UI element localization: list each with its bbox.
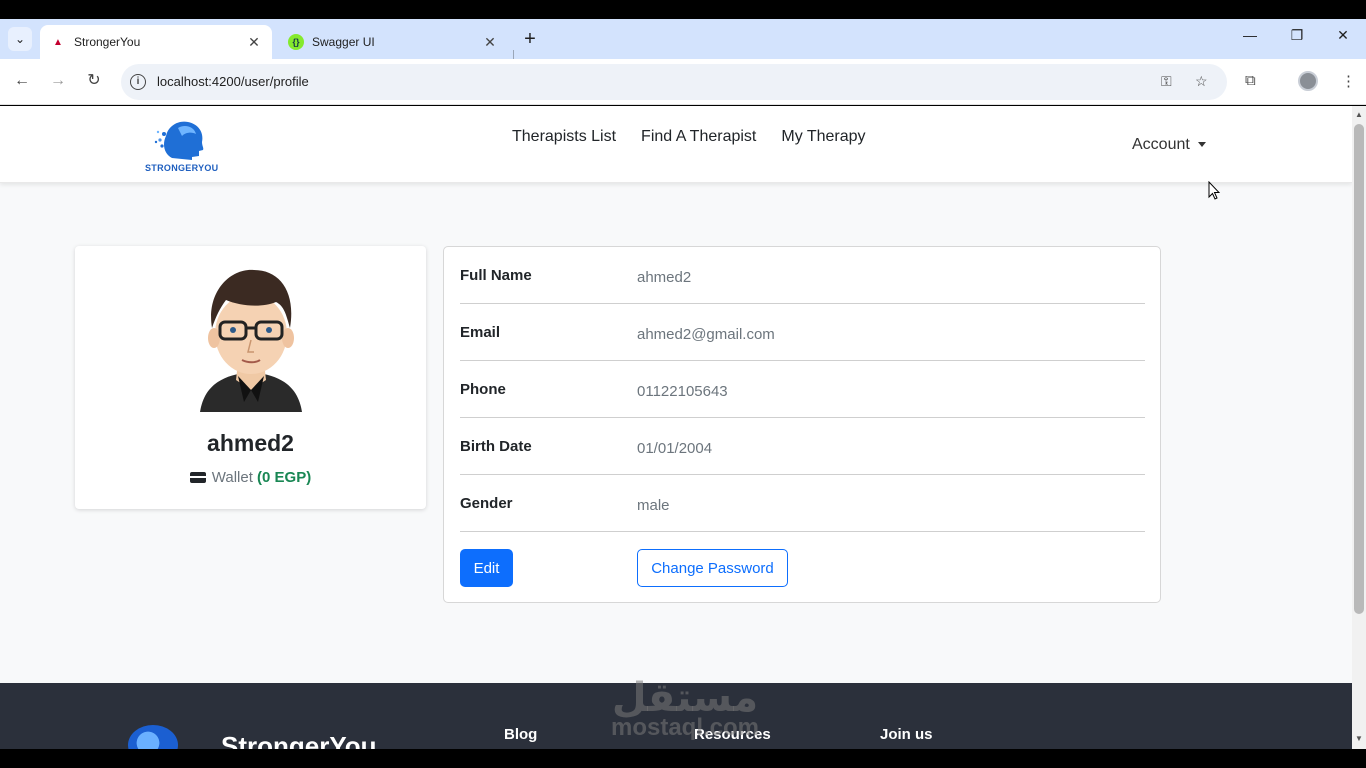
angular-favicon-icon: ▲ — [53, 36, 63, 48]
detail-row-phone: Phone 01122105643 — [460, 361, 1145, 418]
profile-details-card: Full Name ahmed2 Email ahmed2@gmail.com … — [443, 246, 1161, 603]
footer-brand: StrongerYou — [221, 731, 377, 749]
detail-row-gender: Gender male — [460, 475, 1145, 532]
detail-row-email: Email ahmed2@gmail.com — [460, 304, 1145, 361]
new-tab-icon[interactable]: + — [520, 29, 540, 49]
footer-col-join-us[interactable]: Join us — [880, 726, 933, 743]
wallet-icon — [189, 472, 206, 483]
minimize-icon[interactable]: — — [1238, 27, 1262, 43]
scroll-down-icon[interactable]: ▼ — [1355, 734, 1363, 743]
forward-icon[interactable]: → — [48, 71, 68, 91]
tab-strongeryou[interactable]: ▲ StrongerYou ✕ — [40, 25, 272, 59]
detail-value: 01122105643 — [637, 383, 728, 400]
footer-logo-icon — [128, 725, 178, 749]
scrollbar-thumb[interactable] — [1354, 124, 1364, 614]
nav-find-therapist[interactable]: Find A Therapist — [641, 128, 756, 146]
wallet-label: Wallet — [211, 469, 253, 486]
browser-tab-strip: ⌄ ▲ StrongerYou ✕ {} Swagger UI ✕ + — ❐ … — [0, 19, 1366, 66]
close-window-icon[interactable]: ✕ — [1331, 27, 1355, 44]
profile-card: ahmed2 Wallet (0 EGP) — [75, 246, 426, 509]
page-scrollbar[interactable]: ▲ ▼ — [1352, 106, 1366, 749]
mouse-cursor-icon — [1208, 181, 1220, 200]
account-label: Account — [1132, 136, 1190, 153]
watermark-latin: mostaql.com — [610, 714, 760, 741]
back-icon[interactable]: ← — [12, 71, 32, 91]
detail-row-birth-date: Birth Date 01/01/2004 — [460, 418, 1145, 475]
screen: ⌄ ▲ StrongerYou ✕ {} Swagger UI ✕ + — ❐ … — [0, 0, 1366, 768]
detail-row-full-name: Full Name ahmed2 — [460, 247, 1145, 304]
detail-value: ahmed2@gmail.com — [637, 326, 775, 343]
restore-icon[interactable]: ❐ — [1285, 27, 1309, 44]
watermark: مستقل mostaql.com — [600, 676, 770, 740]
nav-my-therapy[interactable]: My Therapy — [781, 128, 865, 146]
bottom-letterbox — [0, 749, 1366, 768]
profile-username: ahmed2 — [207, 430, 294, 456]
detail-label: Email — [460, 324, 501, 341]
caret-down-icon — [1197, 142, 1206, 148]
change-password-button[interactable]: Change Password — [637, 549, 788, 587]
tab-title: StrongerYou — [74, 35, 141, 49]
detail-label: Birth Date — [460, 438, 532, 455]
bookmark-star-icon[interactable]: ☆ — [1195, 73, 1208, 90]
tab-swagger[interactable]: {} Swagger UI ✕ — [278, 25, 508, 59]
logo-head-icon — [154, 121, 204, 160]
extensions-icon[interactable]: ⧉ — [1245, 72, 1256, 89]
reload-icon[interactable]: ↻ — [84, 71, 104, 91]
detail-value: male — [637, 497, 670, 514]
site-logo[interactable]: STRONGERYOU — [142, 114, 218, 178]
wallet-amount: (0 EGP) — [257, 469, 312, 486]
user-avatar — [200, 269, 302, 412]
tab-search-icon[interactable]: ⌄ — [8, 27, 32, 51]
wallet-info: Wallet (0 EGP) — [75, 469, 426, 486]
tab-title: Swagger UI — [312, 35, 375, 49]
detail-value: 01/01/2004 — [637, 440, 713, 457]
browser-toolbar: ← → ↻ i localhost:4200/user/profile ⚿ ☆ … — [0, 59, 1366, 105]
close-tab-icon[interactable]: ✕ — [246, 34, 262, 51]
close-tab-icon[interactable]: ✕ — [482, 34, 498, 51]
site-navbar: STRONGERYOU Therapists List Find A Thera… — [0, 106, 1352, 183]
main-nav: Therapists List Find A Therapist My Ther… — [512, 128, 866, 146]
password-key-icon[interactable]: ⚿ — [1161, 73, 1172, 90]
detail-label: Gender — [460, 495, 513, 512]
site-info-icon[interactable]: i — [130, 74, 146, 90]
detail-label: Phone — [460, 381, 506, 398]
logo-text: STRONGERYOU — [145, 163, 219, 173]
scroll-up-icon[interactable]: ▲ — [1355, 110, 1363, 119]
profile-avatar-icon[interactable] — [1298, 71, 1318, 91]
nav-therapists-list[interactable]: Therapists List — [512, 128, 616, 146]
menu-kebab-icon[interactable]: ⋮ — [1341, 72, 1356, 90]
account-dropdown[interactable]: Account — [1132, 136, 1206, 154]
page-viewport: STRONGERYOU Therapists List Find A Thera… — [0, 106, 1352, 749]
url-text[interactable]: localhost:4200/user/profile — [157, 74, 309, 89]
detail-value: ahmed2 — [637, 269, 692, 286]
address-bar[interactable]: i localhost:4200/user/profile ⚿ ☆ — [121, 64, 1227, 100]
detail-label: Full Name — [460, 267, 532, 284]
edit-button[interactable]: Edit — [460, 549, 513, 587]
swagger-favicon-icon: {} — [288, 34, 304, 50]
footer-col-blog[interactable]: Blog — [504, 726, 537, 743]
